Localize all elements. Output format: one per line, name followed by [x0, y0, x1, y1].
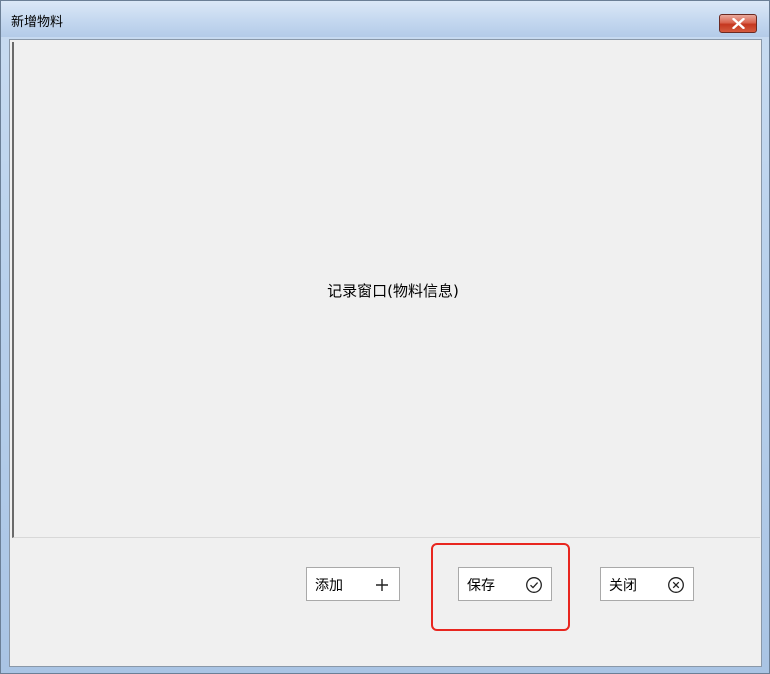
save-button[interactable]: 保存	[458, 567, 552, 601]
window-close-button[interactable]	[719, 14, 757, 33]
close-button[interactable]: 关闭	[600, 567, 694, 601]
add-button[interactable]: 添加	[306, 567, 400, 601]
record-window-panel: 记录窗口(物料信息)	[12, 42, 760, 538]
window-title: 新增物料	[11, 15, 64, 30]
plus-icon	[376, 579, 388, 591]
record-window-placeholder: 记录窗口(物料信息)	[327, 282, 459, 300]
close-icon	[732, 18, 745, 29]
close-button-label: 关闭	[609, 578, 637, 594]
dialog-client-area: 记录窗口(物料信息) 添加 保存 关闭	[9, 39, 762, 667]
x-circle-icon	[668, 577, 684, 593]
dialog-window: 新增物料 记录窗口(物料信息) 添加 保存 关闭	[0, 0, 770, 674]
save-button-label: 保存	[467, 578, 495, 594]
check-circle-icon	[526, 577, 542, 593]
title-bar[interactable]: 新增物料	[1, 1, 769, 37]
add-button-label: 添加	[315, 578, 343, 594]
